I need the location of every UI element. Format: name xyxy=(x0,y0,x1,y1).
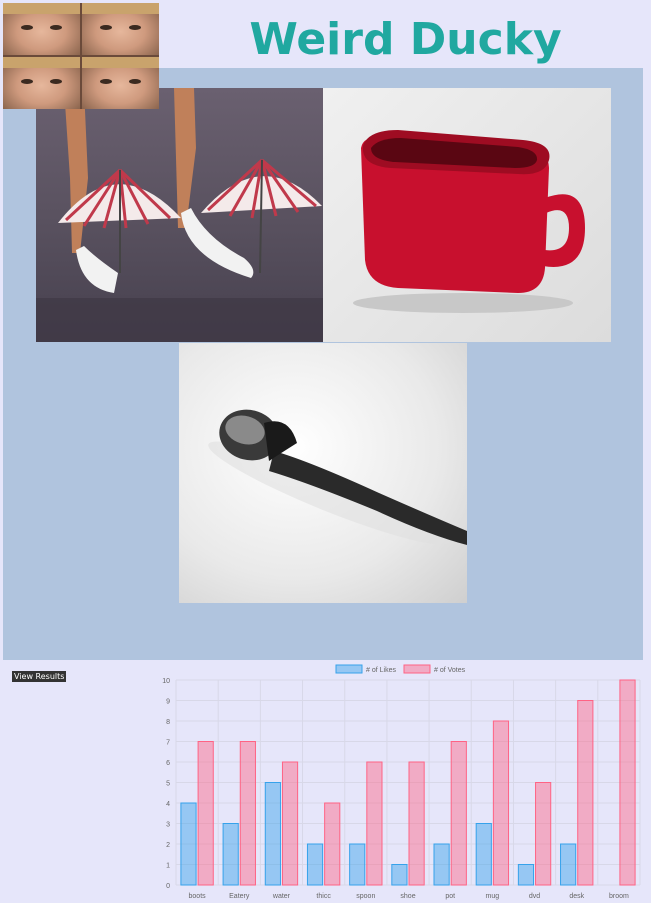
y-tick-label: 1 xyxy=(166,863,170,870)
legend-label: # of Likes xyxy=(366,667,396,674)
logo-collage xyxy=(3,3,159,109)
bar-votes-water xyxy=(281,761,299,886)
x-tick-label: pot xyxy=(445,893,455,900)
face-image xyxy=(82,3,159,55)
x-tick-label: dvd xyxy=(529,893,540,900)
x-tick-label: broom xyxy=(609,893,629,900)
bar-likes-shoe xyxy=(391,864,408,886)
bar-likes-pot xyxy=(433,843,450,886)
product-image-boots[interactable] xyxy=(36,88,323,342)
chart-legend[interactable]: # of Likes # of Votes xyxy=(335,664,466,674)
legend-label: # of Votes xyxy=(434,667,466,674)
bar-votes-dvd xyxy=(535,782,552,886)
bar-likes-thicc xyxy=(306,843,324,886)
bar-votes-pot xyxy=(450,741,467,886)
bar-votes-shoe xyxy=(408,761,425,886)
bar-likes-Eatery xyxy=(222,823,239,886)
bar-likes-spoon xyxy=(349,843,366,886)
x-tick-label: spoon xyxy=(356,893,375,900)
chart-y-axis: 0 1 2 3 4 5 6 7 8 9 10 xyxy=(162,678,170,890)
x-tick-label: desk xyxy=(569,893,584,900)
bar-votes-desk xyxy=(577,700,594,886)
x-tick-label: shoe xyxy=(400,893,415,900)
product-image-spoon[interactable] xyxy=(179,343,467,603)
bar-votes-Eatery xyxy=(239,741,256,886)
bar-likes-water xyxy=(264,782,281,886)
bar-votes-mug xyxy=(492,720,510,886)
bar-votes-boots xyxy=(197,741,214,886)
bar-votes-broom xyxy=(619,679,636,886)
y-tick-label: 4 xyxy=(166,801,170,808)
chart-x-axis: boots Eatery water thicc spoon shoe pot mug dvd d… xyxy=(189,893,629,900)
y-tick-label: 7 xyxy=(166,740,170,747)
y-tick-label: 6 xyxy=(166,760,170,767)
legend-swatch xyxy=(403,664,431,674)
x-tick-label: thicc xyxy=(316,893,331,900)
x-tick-label: boots xyxy=(189,893,207,900)
bar-votes-spoon xyxy=(366,761,383,886)
face-image xyxy=(3,3,80,55)
x-tick-label: mug xyxy=(486,893,500,900)
bar-votes-thicc xyxy=(324,802,341,886)
y-tick-label: 3 xyxy=(166,822,170,829)
votes-chart: # of Likes # of Votes 0 1 2 3 4 5 6 7 8 9 10 boots E… xyxy=(162,664,641,900)
bar-likes-mug xyxy=(475,823,492,886)
face-image xyxy=(3,57,80,109)
bar-likes-desk xyxy=(560,843,577,886)
x-tick-label: Eatery xyxy=(229,893,250,900)
product-gallery xyxy=(3,68,643,660)
y-tick-label: 5 xyxy=(166,781,170,788)
y-tick-label: 0 xyxy=(166,883,170,890)
y-tick-label: 10 xyxy=(162,678,170,685)
face-image xyxy=(82,57,159,109)
bar-likes-boots xyxy=(180,802,197,886)
view-results-button[interactable]: View Results xyxy=(12,671,67,682)
bar-likes-dvd xyxy=(517,864,535,886)
product-image-mug[interactable] xyxy=(323,88,611,342)
y-tick-label: 9 xyxy=(166,699,170,706)
y-tick-label: 8 xyxy=(166,719,170,726)
x-tick-label: water xyxy=(272,893,291,900)
y-tick-label: 2 xyxy=(166,842,170,849)
legend-swatch xyxy=(335,664,363,674)
page-title: Weird Ducky xyxy=(249,14,562,65)
